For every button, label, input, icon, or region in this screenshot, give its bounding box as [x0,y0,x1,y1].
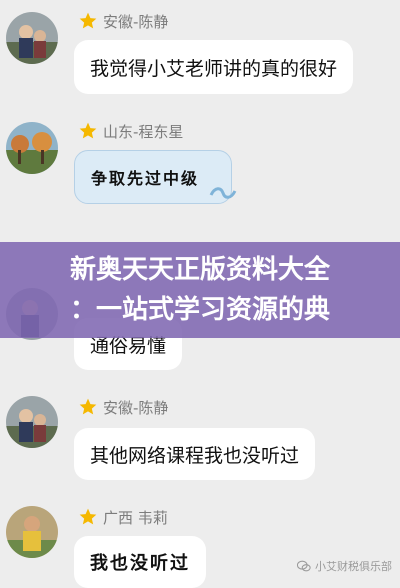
message-bubble[interactable]: 争取先过中级 [74,150,237,204]
message-text: 争取先过中级 [91,169,200,188]
message-text: 我觉得小艾老师讲的真的很好 [90,57,338,80]
wave-icon [209,187,237,199]
watermark-text: 小艾财税俱乐部 [315,560,392,573]
banner-line: 新奥天天正版资料大全 [69,255,330,285]
sender-row: 安徽-陈静 [78,396,168,418]
sender-name: 广西 韦莉 [103,508,168,527]
star-icon [79,398,97,415]
avatar-photo-icon [6,12,58,64]
wechat-icon [297,560,311,572]
sender-name: 安徽-陈静 [103,398,169,417]
message-text: 我也没听过 [90,553,190,574]
sender-row: 安徽-陈静 [78,10,168,32]
sender-row: 广西 韦莉 [78,506,168,528]
avatar[interactable] [6,12,58,64]
star-icon [79,508,97,525]
promo-banner[interactable]: 新奥天天正版资料大全 ：一站式学习资源的典 [0,242,400,338]
message-bubble[interactable]: 我也没听过 [74,536,206,588]
avatar-photo-icon [6,122,58,174]
sender-row: 山东-程东星 [78,120,183,142]
message-bubble[interactable]: 我觉得小艾老师讲的真的很好 [74,40,354,94]
avatar-photo-icon [6,506,58,558]
sender-name: 山东-程东星 [103,122,184,141]
star-icon [79,122,97,139]
message-bubble[interactable]: 其他网络课程我也没听过 [74,428,316,480]
watermark: 小艾财税俱乐部 [297,558,392,574]
message-text: 其他网络课程我也没听过 [90,444,300,467]
sender-name: 安徽-陈静 [103,12,169,31]
banner-line: ：一站式学习资源的典 [69,295,330,325]
avatar[interactable] [6,122,58,174]
avatar[interactable] [6,396,58,448]
star-icon [79,12,97,29]
avatar[interactable] [6,506,58,558]
avatar-photo-icon [6,396,58,448]
